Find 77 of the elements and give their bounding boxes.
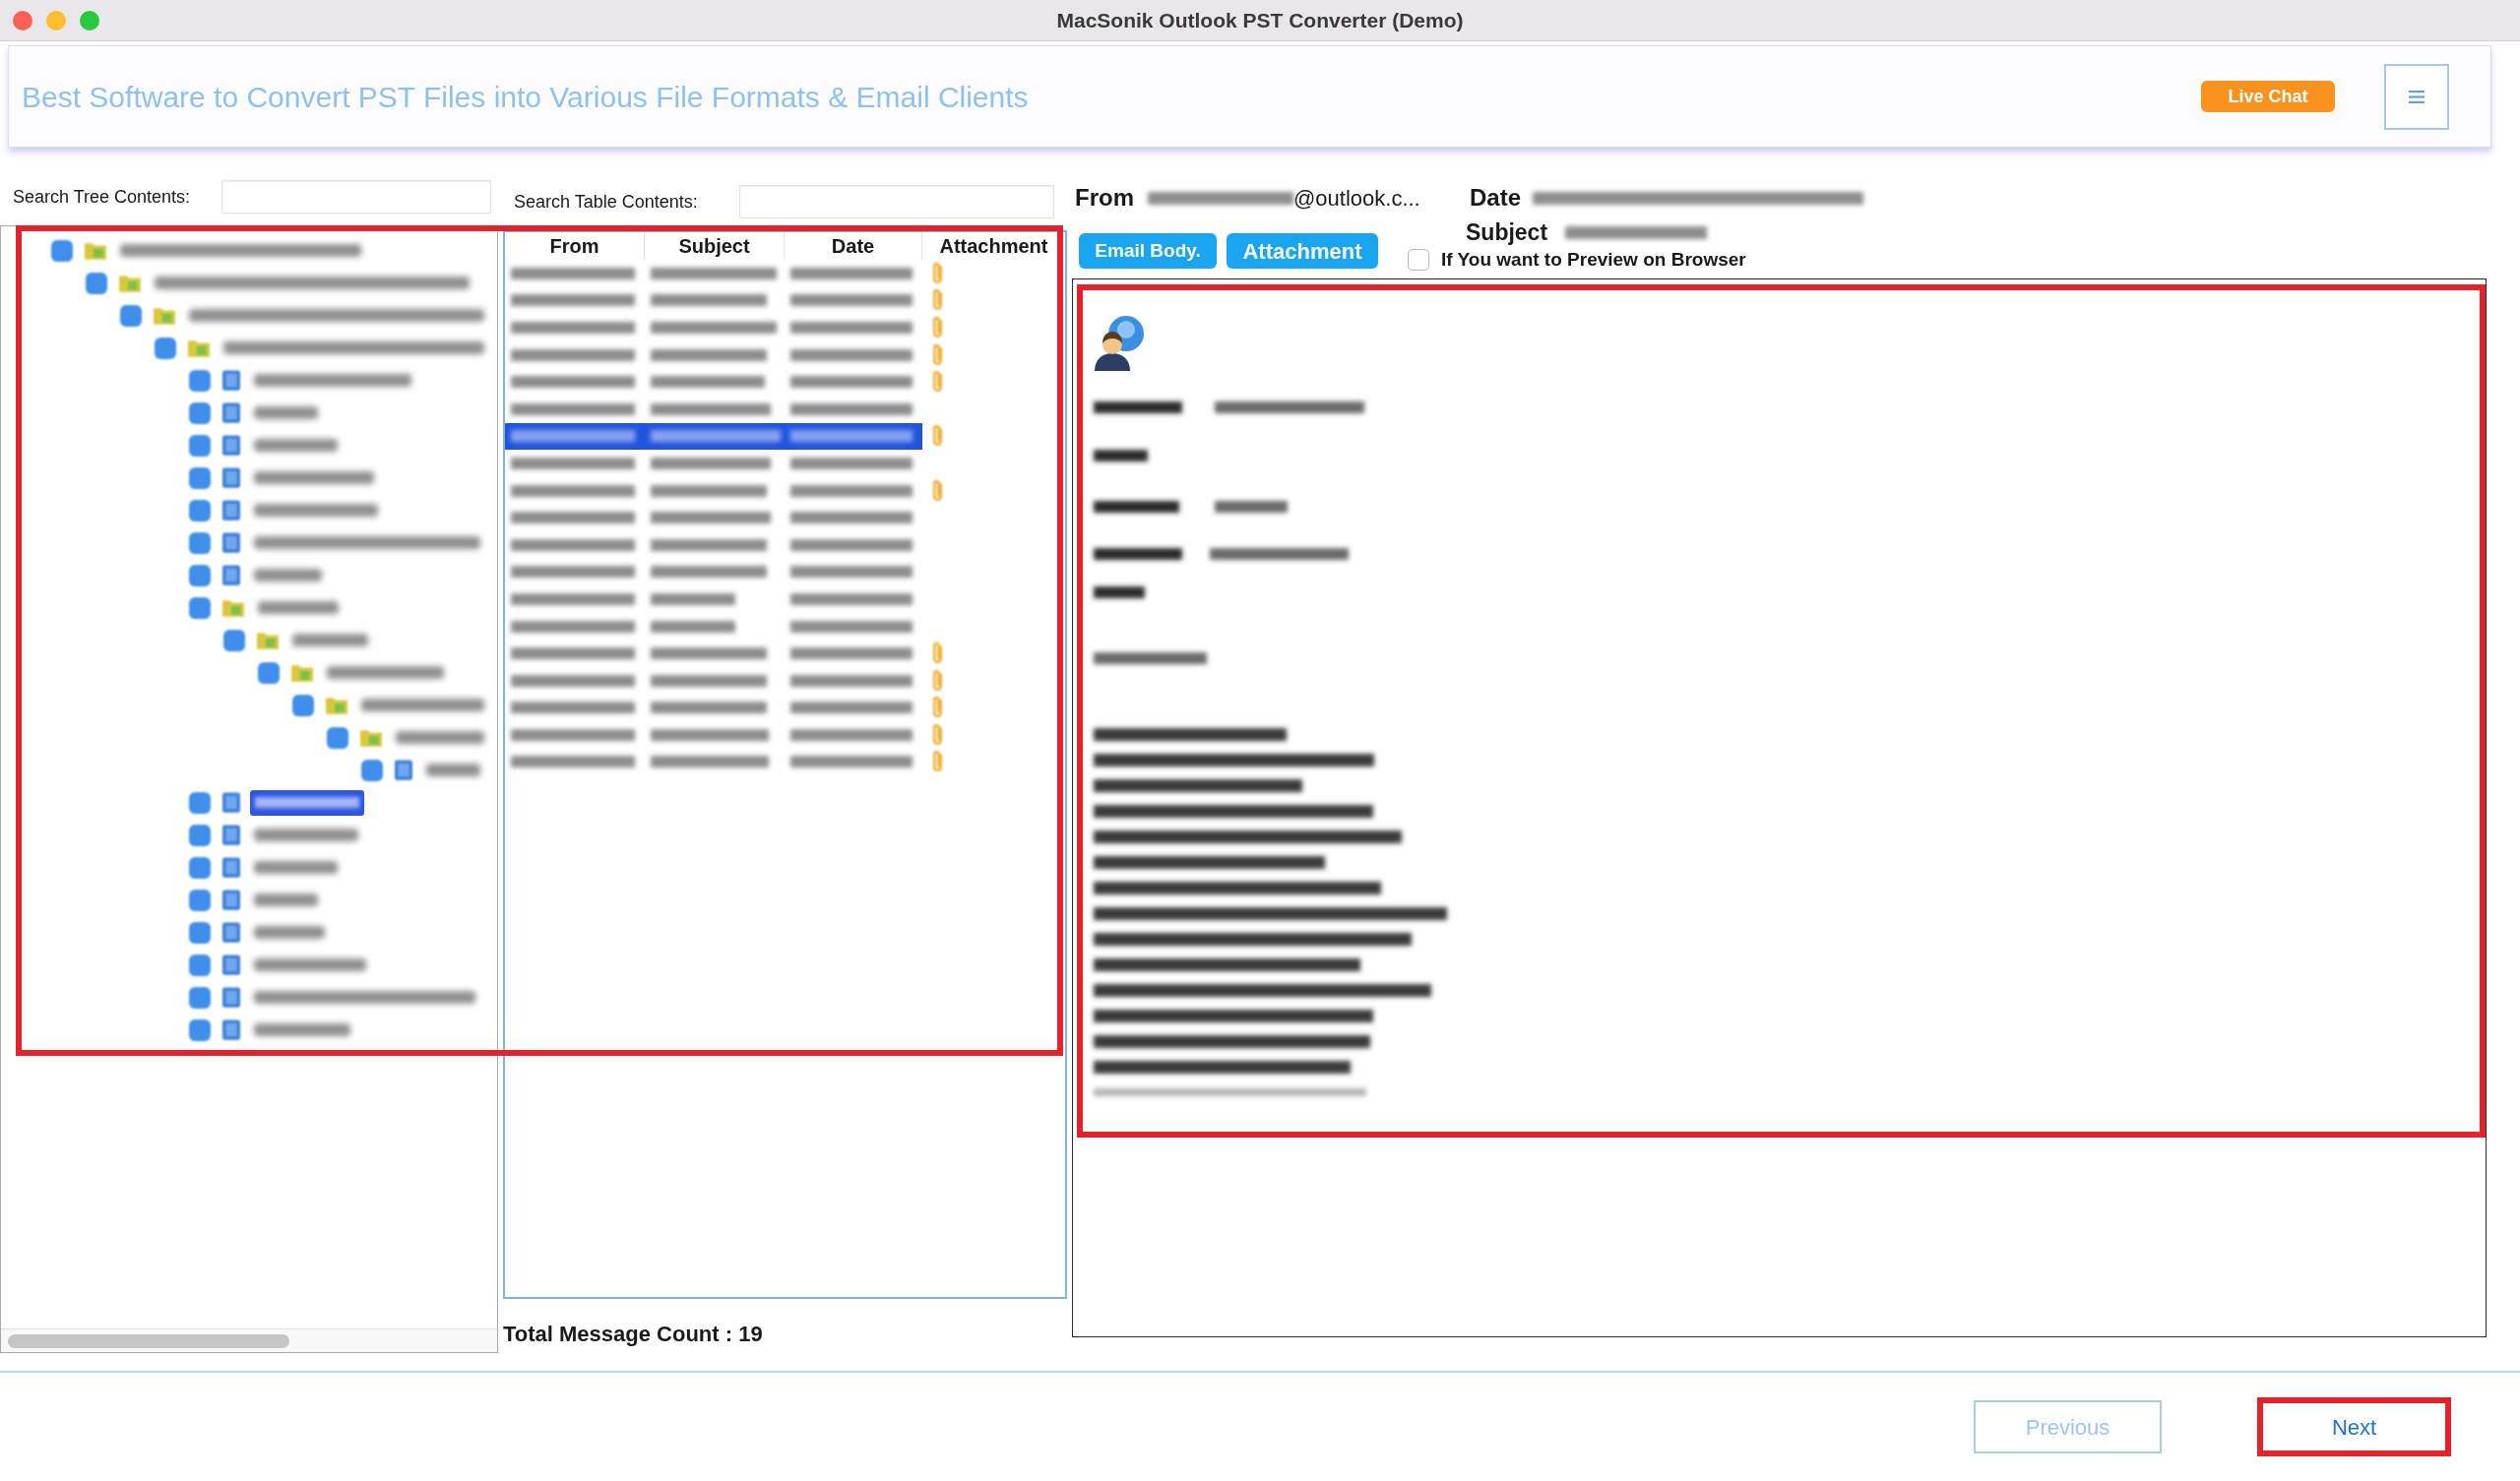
folder-icon (222, 598, 244, 617)
folder-icon (326, 696, 347, 714)
column-header[interactable]: From (549, 236, 599, 256)
checkbox[interactable] (189, 401, 211, 424)
checkbox[interactable] (189, 954, 211, 976)
folder-icon (222, 370, 240, 391)
view-button[interactable]: Email Body. (1079, 233, 1217, 269)
next-button[interactable]: Next (2257, 1397, 2451, 1456)
checkbox[interactable] (223, 629, 245, 651)
date-label: Date (1470, 183, 1522, 213)
window-close-button[interactable] (13, 10, 32, 31)
checkbox[interactable] (1408, 249, 1429, 271)
checkbox[interactable] (189, 499, 211, 522)
from-address: @outlook.c... (1293, 184, 1420, 213)
folder-icon (222, 890, 240, 910)
folder-icon (395, 760, 412, 780)
checkbox[interactable] (189, 466, 211, 489)
folder-icon (360, 728, 382, 747)
menu-icon (2409, 90, 2425, 103)
folder-icon (222, 825, 240, 845)
folder-icon (222, 532, 240, 553)
checkbox[interactable] (86, 272, 107, 294)
folder-icon (222, 1019, 240, 1040)
checkbox[interactable] (189, 434, 211, 457)
from-label: From (1075, 183, 1134, 213)
folder-icon (222, 467, 240, 488)
checkbox[interactable] (189, 791, 211, 814)
folder-icon (188, 339, 210, 357)
checkbox[interactable] (258, 661, 280, 684)
checkbox[interactable] (292, 694, 314, 716)
folder-icon (222, 857, 240, 878)
banner-tagline: Best Software to Convert PST Files into Various File Formats & Email Clients (22, 79, 1030, 115)
checkbox[interactable] (189, 531, 211, 554)
view-button[interactable]: Attachment (1227, 233, 1378, 269)
folder-icon (222, 402, 240, 423)
search-label: Search Table Contents: (514, 190, 698, 214)
folder-icon (291, 663, 313, 682)
folder-icon (119, 274, 141, 292)
checkbox[interactable] (189, 986, 211, 1009)
folder-icon (85, 241, 106, 260)
window-maximize-button[interactable] (80, 10, 99, 31)
checkbox[interactable] (51, 239, 73, 262)
folder-icon (222, 987, 240, 1008)
checkbox[interactable] (189, 856, 211, 879)
search-field[interactable] (221, 180, 491, 214)
checkbox[interactable] (189, 1018, 211, 1041)
checkbox[interactable] (189, 889, 211, 911)
folder-icon (257, 631, 279, 649)
folder-icon (222, 955, 240, 975)
window-title: MacSonik Outlook PST Converter (Demo) (1056, 7, 1464, 33)
folder-icon (222, 565, 240, 586)
checkbox[interactable] (155, 337, 176, 359)
checkbox[interactable] (189, 824, 211, 846)
checkbox[interactable] (361, 759, 383, 781)
redacted-text[interactable] (250, 789, 364, 816)
checkbox[interactable] (189, 369, 211, 392)
folder-icon (222, 922, 240, 943)
checkbox[interactable] (327, 726, 348, 749)
column-header[interactable]: Subject (678, 236, 750, 256)
checkbox[interactable] (189, 564, 211, 586)
menu-button[interactable] (2384, 63, 2449, 130)
search-field[interactable] (739, 185, 1054, 218)
column-header[interactable]: Attachment (939, 236, 1048, 256)
folder-icon (222, 500, 240, 521)
horizontal-scrollbar[interactable] (1, 1328, 497, 1352)
folder-icon (222, 435, 240, 456)
table-row[interactable] (505, 422, 922, 451)
total-message-count: Total Message Count : 19 (503, 1320, 763, 1348)
folder-icon (154, 306, 175, 325)
checkbox[interactable] (189, 596, 211, 619)
checkbox[interactable] (120, 304, 142, 327)
folder-icon (222, 792, 240, 813)
subject-label: Subject (1466, 217, 1548, 247)
search-label: Search Tree Contents: (13, 185, 191, 209)
column-header[interactable]: Date (831, 236, 875, 256)
checkbox[interactable] (189, 921, 211, 944)
checkbox-label: If You want to Preview on Browser (1441, 247, 1746, 272)
